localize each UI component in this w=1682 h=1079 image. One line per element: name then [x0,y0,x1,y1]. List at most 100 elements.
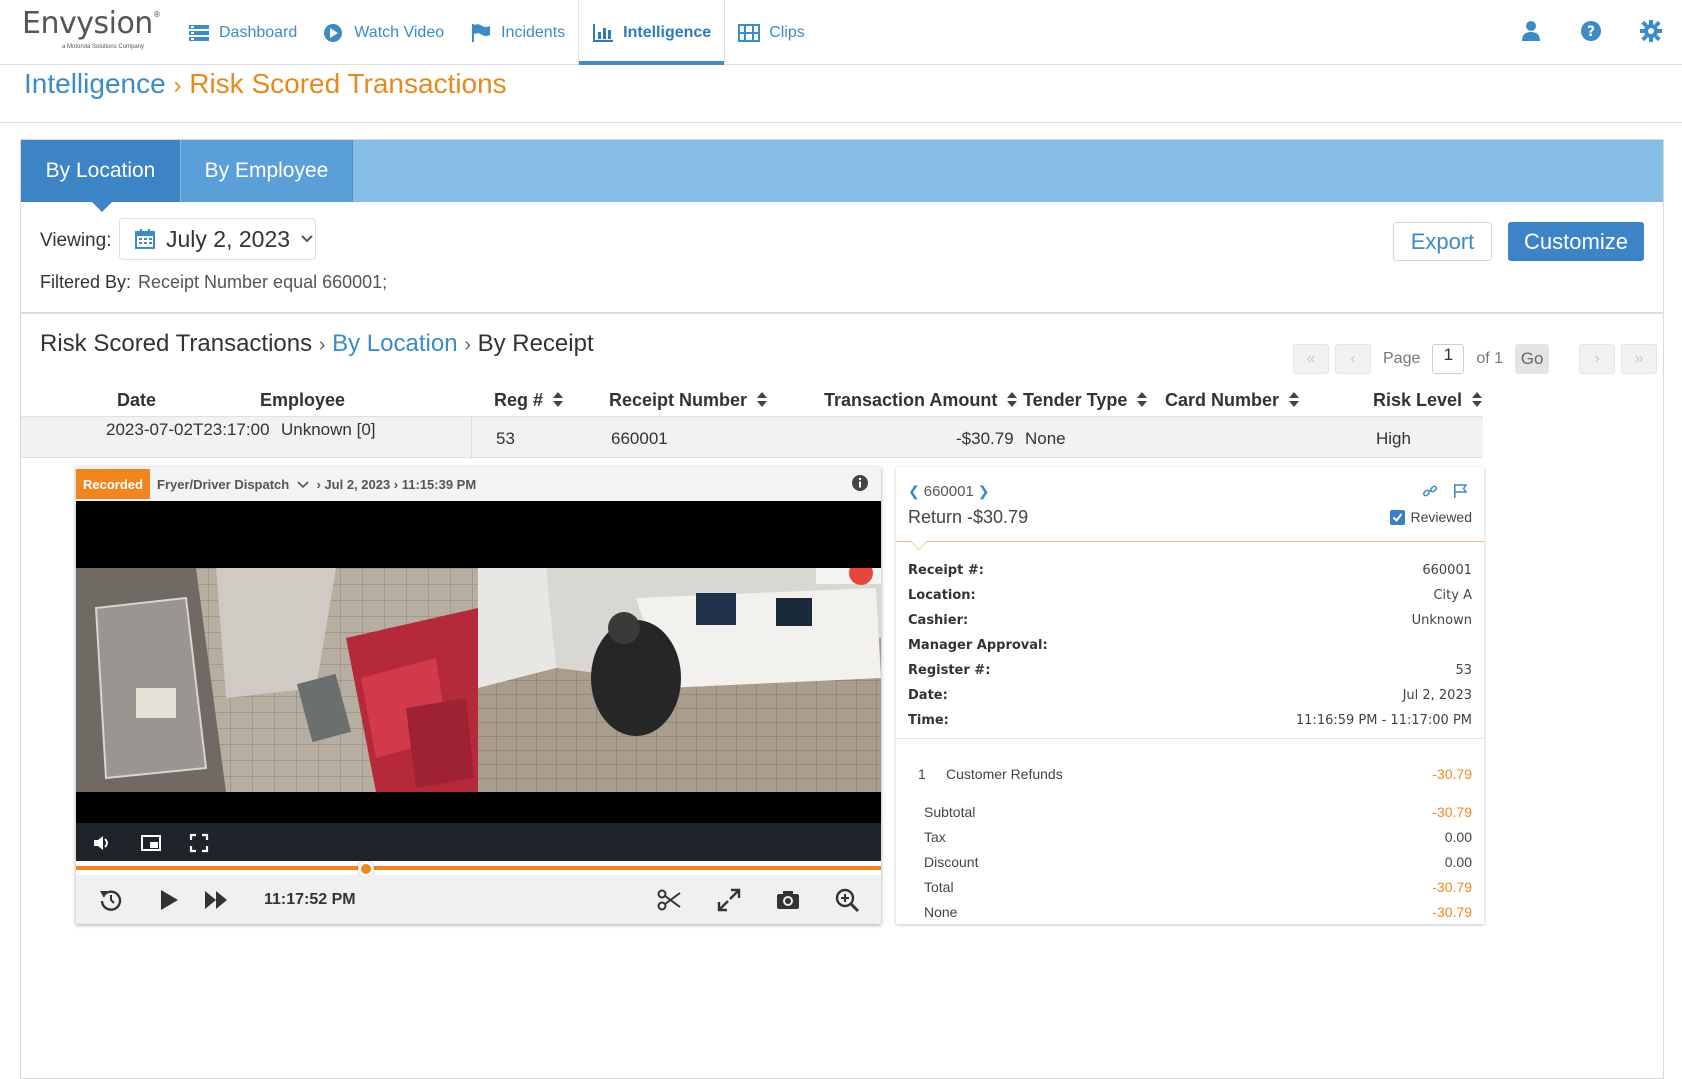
selected-date: July 2, 2023 [166,225,291,252]
tab-by-employee[interactable]: By Employee [181,140,353,202]
reviewed-toggle[interactable]: Reviewed [1389,509,1472,525]
nav-incidents[interactable]: Incidents [457,0,578,65]
fullscreen-icon[interactable] [189,833,209,853]
next-page-button[interactable]: › [1579,344,1616,374]
cell-receipt-number: 660001 [611,429,668,448]
page-breadcrumb: Intelligence › Risk Scored Transactions [24,68,507,100]
recorded-badge: Recorded [76,469,150,499]
sort-icon [553,392,564,408]
report-breadcrumb: Risk Scored Transactions › By Location ›… [40,330,594,358]
receipt-field-cashier: Cashier: Unknown [908,613,1472,628]
play-icon[interactable] [156,887,182,913]
summary-tax: Tax 0.00 [924,829,1472,845]
nav-dashboard[interactable]: Dashboard [175,0,310,65]
logo-tagline: a Motorola Solutions Company [62,44,145,50]
video-timeline[interactable] [76,861,881,877]
page-label: Page [1383,350,1421,367]
column-header-reg[interactable]: Reg # [494,382,564,418]
receipt-field-manager-approval: Manager Approval: [908,638,1048,653]
last-page-button[interactable]: » [1621,344,1658,374]
info-icon[interactable] [851,474,869,492]
column-header-tender-type[interactable]: Tender Type [1023,382,1148,418]
user-icon[interactable] [1518,18,1544,44]
zoom-in-icon[interactable] [834,887,860,913]
video-toolbar [76,823,881,861]
column-header-date: Date [117,389,157,410]
gear-icon[interactable] [1638,18,1664,44]
date-picker[interactable]: July 2, 2023 [119,218,316,260]
nav-clips[interactable]: Clips [725,0,818,65]
envysion-logo[interactable]: Envysion® a Motorola Solutions Company [22,6,161,54]
tab-by-location[interactable]: By Location [21,140,180,202]
fast-forward-icon[interactable] [203,887,229,913]
nav-watch-video[interactable]: Watch Video [310,0,457,65]
breadcrumb-intelligence-link[interactable]: Intelligence [24,68,166,99]
playback-controls: 11:17:52 PM [76,875,881,924]
receipt-header-notch-fill [911,541,927,549]
column-header-risk-level[interactable]: Risk Level [1373,382,1483,418]
receipt-navigator: ❮ 660001 ❯ [908,483,990,500]
first-page-button[interactable]: « [1293,344,1329,374]
report-breadcrumb-by-location-link[interactable]: By Location [332,330,457,357]
receipt-field-register: Register #: 53 [908,663,1472,678]
row-divider [471,417,472,459]
page-number-input[interactable]: 1 [1432,344,1465,374]
export-button[interactable]: Export [1393,222,1492,261]
filtered-by-label: Filtered By: [40,272,132,292]
sort-icon [1007,392,1018,408]
previous-receipt-chevron-icon[interactable]: ❮ [908,483,920,500]
prev-page-button[interactable]: ‹ [1335,344,1371,374]
camera-selector[interactable]: Fryer/Driver Dispatch › Jul 2, 2023 › 11… [157,477,476,492]
report-breadcrumb-separator: › [464,334,471,356]
reviewed-checkbox[interactable] [1389,509,1405,525]
report-breadcrumb-current: By Receipt [477,330,594,357]
next-receipt-chevron-icon[interactable]: ❯ [978,483,990,500]
receipt-section-divider [896,738,1484,739]
nav-intelligence[interactable]: Intelligence [578,0,726,65]
report-breadcrumb-root: Risk Scored Transactions [40,330,313,357]
replay-icon[interactable] [98,887,124,913]
customize-button[interactable]: Customize [1508,222,1644,261]
receipt-title: Return -$30.79 [908,507,1029,527]
column-header-transaction-amount[interactable]: Transaction Amount [824,382,1018,418]
active-tab-pointer [92,202,112,212]
receipt-field-date: Date: Jul 2, 2023 [908,688,1472,703]
cell-date: 2023-07-02T23:17:00 [106,420,270,439]
cell-reg: 53 [496,429,515,448]
receipt-field-receipt-number: Receipt #: 660001 [908,563,1472,578]
logo-wordmark: Envysion® [22,6,161,41]
flag-icon [472,23,491,42]
sort-icon [757,392,768,408]
column-header-receipt-number[interactable]: Receipt Number [609,382,768,418]
link-icon[interactable] [1422,483,1438,499]
timeline-track [76,866,881,870]
sort-icon [1289,392,1300,408]
playback-time: 11:17:52 PM [264,891,356,908]
summary-discount: Discount 0.00 [924,854,1472,870]
picture-in-picture-icon[interactable] [141,833,161,853]
svg-text:?: ? [1587,24,1595,40]
help-icon[interactable]: ? [1578,18,1604,44]
receipt-field-time: Time: 11:16:59 PM - 11:17:00 PM [908,713,1472,728]
calendar-icon [135,229,155,249]
video-player: Recorded Fryer/Driver Dispatch › Jul 2, … [76,467,881,924]
table-header: Date Employee Reg # Receipt Number Trans… [21,382,1483,418]
viewing-label: Viewing: [40,230,112,251]
clip-scissors-icon[interactable] [656,887,682,913]
volume-icon[interactable] [92,833,112,853]
flag-icon[interactable] [1452,483,1468,499]
camera-snapshot-icon[interactable] [775,887,801,913]
expand-icon[interactable] [716,887,742,913]
video-screen[interactable] [76,501,881,823]
view-tabs: By Location By Employee [21,140,1663,202]
table-row[interactable]: 2023-07-02T23:17:00 Unknown [0] 53 66000… [21,416,1483,459]
sort-icon [1472,392,1483,408]
reviewed-label: Reviewed [1410,509,1472,525]
cell-tender-type: None [1025,429,1066,448]
go-button[interactable]: Go [1515,344,1550,374]
receipt-detail-panel: ❮ 660001 ❯ Return -$30.79 Reviewed Recei… [896,467,1484,924]
page-total-label: of 1 [1476,350,1504,367]
report-panel: By Location By Employee Viewing: July 2,… [20,139,1664,1079]
column-header-card-number[interactable]: Card Number [1165,382,1300,418]
bar-chart-icon [593,23,614,42]
